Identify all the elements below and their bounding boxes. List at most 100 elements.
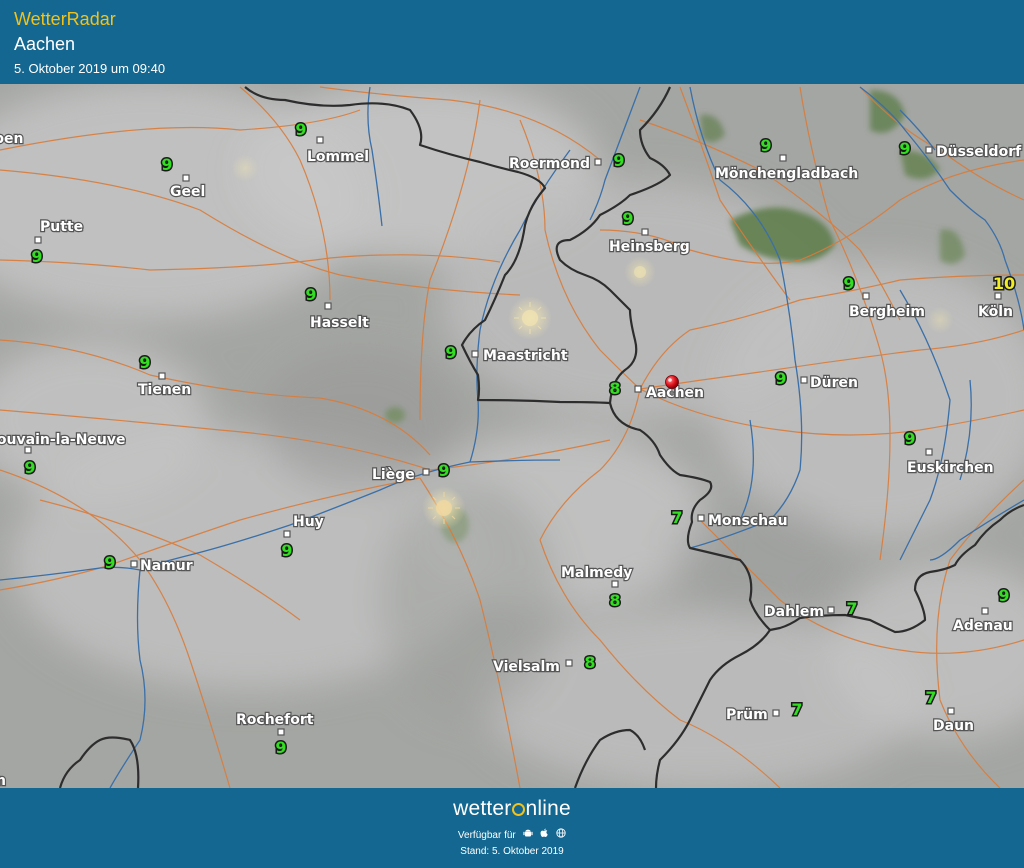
city-dot[interactable] [981,607,989,615]
temperature-value: 10 [993,274,1015,293]
sun-icon [624,256,656,288]
header-bar: WetterRadar Aachen 5. Oktober 2019 um 09… [0,0,1024,84]
temperature-value: 9 [295,120,306,139]
temperature-value: 9 [139,353,150,372]
temperature-value: 8 [609,379,620,398]
temperature-value: 7 [846,599,857,618]
city-dot[interactable] [925,448,933,456]
temperature-value: 9 [281,541,292,560]
city-label[interactable]: Dahlem [763,603,825,621]
city-dot[interactable] [182,174,190,182]
stand-date: Stand: 5. Oktober 2019 [460,846,564,857]
apple-icon[interactable] [539,828,549,841]
city-label[interactable]: Monschau [707,512,789,530]
city-label[interactable]: Hasselt [309,314,371,332]
city-dot[interactable] [316,136,324,144]
city-dot[interactable] [130,560,138,568]
temperature-value: 9 [775,369,786,388]
map-canvas[interactable]: Lommel9Geel9Putte9Hasselt9Tienen9Louvain… [0,84,1024,788]
city-dot[interactable] [158,372,166,380]
city-dot[interactable] [471,350,479,358]
city-label[interactable]: Tienen [137,381,193,399]
city-dot[interactable] [772,709,780,717]
city-label[interactable]: Adenau [952,617,1014,635]
city-label[interactable]: Louvain-la-Neuve [0,431,127,449]
radar-map[interactable]: Lommel 9 Geel 9 Putte 9 Hasselt 9 Tienen 9 Louvain… [0,84,1024,788]
brand-logo[interactable]: wetter nline [0,797,1024,821]
city-dot[interactable] [827,606,835,614]
temperature-value: 9 [275,738,286,757]
city-dot[interactable] [925,146,933,154]
sun-icon [422,486,466,530]
city-dot[interactable] [565,659,573,667]
city-dot[interactable] [277,728,285,736]
android-icon[interactable] [522,828,533,841]
temperature-value: 9 [899,139,910,158]
city-label[interactable]: Düsseldorf [935,143,1023,161]
city-dot[interactable] [862,292,870,300]
app-frame: WetterRadar Aachen 5. Oktober 2019 um 09… [0,0,1024,868]
city-label-partial: n [0,773,6,788]
city-dot[interactable] [947,707,955,715]
temperature-value: 8 [609,591,620,610]
temperature-value: 9 [161,155,172,174]
city-dot[interactable] [641,228,649,236]
temperature-value: 7 [671,508,682,527]
availability-text: Verfügbar für [457,830,516,841]
city-label[interactable]: Prüm [725,706,769,724]
city-label[interactable]: Mönchengladbach [714,165,860,183]
city-label[interactable]: Euskirchen [906,459,995,477]
city-dot[interactable] [324,302,332,310]
city-label[interactable]: Malmedy [560,564,634,582]
city-dot[interactable] [594,158,602,166]
location-name: Aachen [14,34,76,54]
city-label[interactable]: Geel [169,183,207,201]
city-label[interactable]: Düren [809,374,859,392]
city-label[interactable]: Vielsalm [492,658,561,676]
sun-icon [926,306,954,334]
city-label[interactable]: Rochefort [235,711,315,729]
sun-icon [231,154,259,182]
city-label[interactable]: Putte [39,218,85,236]
city-label-partial: ben [0,131,23,147]
city-label[interactable]: Bergheim [848,303,926,321]
city-dot[interactable] [994,292,1002,300]
city-dot[interactable] [283,530,291,538]
temperature-value: 9 [760,136,771,155]
footer-bar: wetter nline Verfügbar für Stand: 5. Okto… [0,788,1024,868]
availability-line: Verfügbar für [0,828,1024,841]
city-label[interactable]: Köln [977,303,1014,321]
brand-prefix: wetter [453,797,512,820]
city-label[interactable]: Huy [292,513,325,531]
city-label[interactable]: Daun [932,717,975,735]
temperature-value: 9 [305,285,316,304]
temperature-value: 9 [104,553,115,572]
sun-icon [508,296,552,340]
brand-o-ring [512,803,525,816]
temperature-value: 7 [791,700,802,719]
temperature-value: 8 [584,653,595,672]
temperature-value: 9 [622,209,633,228]
city-dot[interactable] [611,580,619,588]
web-icon[interactable] [556,828,566,841]
temperature-value: 9 [998,586,1009,605]
city-label[interactable]: Maastricht [482,347,569,365]
city-label[interactable]: Namur [139,557,194,575]
temperature-value: 9 [31,247,42,266]
city-dot[interactable] [800,376,808,384]
city-dot[interactable] [779,154,787,162]
city-dot[interactable] [34,236,42,244]
temperature-value: 9 [445,343,456,362]
city-label[interactable]: Roermond [508,155,591,173]
city-dot[interactable] [634,385,642,393]
city-dot[interactable] [422,468,430,476]
city-label[interactable]: Lommel [306,148,370,166]
brand-suffix: nline [525,797,571,820]
temperature-value: 9 [843,274,854,293]
city-dot[interactable] [697,514,705,522]
timestamp: 5. Oktober 2019 um 09:40 [14,61,166,76]
temperature-value: 9 [24,458,35,477]
city-label[interactable]: Liège [371,466,416,484]
city-label[interactable]: Heinsberg [608,238,691,256]
app-title: WetterRadar [14,9,116,29]
